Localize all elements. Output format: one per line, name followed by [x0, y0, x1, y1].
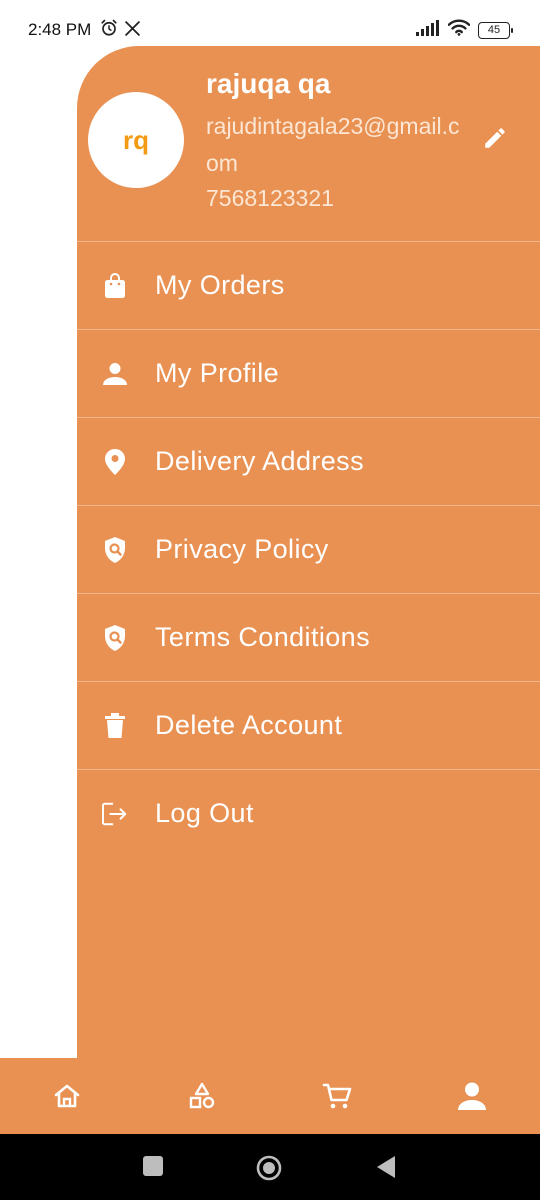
menu-label-delivery-address: Delivery Address [155, 446, 364, 476]
nav-account-button[interactable] [456, 1082, 488, 1114]
logout-icon [102, 801, 128, 827]
user-phone: 7568123321 [206, 185, 334, 211]
home-circle-icon [256, 1155, 282, 1186]
menu-label-log-out: Log Out [155, 798, 254, 828]
nav-home-button[interactable] [51, 1082, 83, 1114]
avatar[interactable]: rq [88, 92, 184, 188]
menu-label-delete-account: Delete Account [155, 710, 343, 740]
system-navigation-bar [0, 1134, 540, 1200]
menu-label-my-profile: My Profile [155, 358, 280, 388]
status-right-icons: 45 [416, 19, 513, 41]
user-email: rajudintagala23@gmail.com [206, 113, 460, 176]
nav-categories-button[interactable] [186, 1082, 218, 1114]
menu-item-terms-conditions[interactable]: Terms Conditions [77, 593, 540, 681]
shopping-bag-icon [102, 273, 128, 299]
cart-icon [322, 1082, 352, 1115]
menu-item-my-profile[interactable]: My Profile [77, 329, 540, 417]
drawer-header: rq rajuqa qa rajudintagala23@gmail.com 7… [77, 46, 540, 241]
screen: 2:48 PM 45 rq rajuqa qa rajudintagala23@… [0, 0, 540, 1200]
signal-icon [416, 19, 440, 41]
alarm-icon [100, 19, 118, 42]
status-left-icons [100, 19, 141, 42]
recents-button[interactable] [142, 1155, 164, 1182]
home-icon [53, 1083, 81, 1114]
menu-item-delivery-address[interactable]: Delivery Address [77, 417, 540, 505]
account-icon [457, 1082, 487, 1115]
shield-search-icon [102, 625, 128, 651]
menu-item-privacy-policy[interactable]: Privacy Policy [77, 505, 540, 593]
menu-item-log-out[interactable]: Log Out [77, 769, 540, 857]
pencil-icon [482, 125, 508, 156]
status-time: 2:48 PM [28, 20, 92, 39]
nav-cart-button[interactable] [321, 1082, 353, 1114]
menu-label-terms-conditions: Terms Conditions [155, 622, 370, 652]
menu-item-delete-account[interactable]: Delete Account [77, 681, 540, 769]
back-button[interactable] [375, 1155, 397, 1184]
menu-item-my-orders[interactable]: My Orders [77, 241, 540, 329]
menu-label-my-orders: My Orders [155, 270, 285, 300]
user-name: rajuqa qa [206, 68, 331, 99]
navigation-drawer: rq rajuqa qa rajudintagala23@gmail.com 7… [77, 46, 540, 1058]
recents-icon [142, 1155, 164, 1182]
x-logo-icon [124, 20, 141, 42]
categories-icon [188, 1082, 216, 1115]
menu-label-privacy-policy: Privacy Policy [155, 534, 329, 564]
bottom-nav-bar [0, 1058, 540, 1134]
back-icon [375, 1155, 397, 1184]
drawer-menu: My Orders My Profile Delivery Address Pr… [77, 241, 540, 857]
wifi-icon [447, 19, 471, 41]
battery-icon: 45 [478, 21, 513, 39]
edit-profile-button[interactable] [477, 122, 513, 158]
person-icon [102, 361, 128, 387]
home-system-button[interactable] [256, 1155, 282, 1186]
shield-search-icon [102, 537, 128, 563]
trash-icon [102, 713, 128, 739]
location-pin-icon [102, 449, 128, 475]
